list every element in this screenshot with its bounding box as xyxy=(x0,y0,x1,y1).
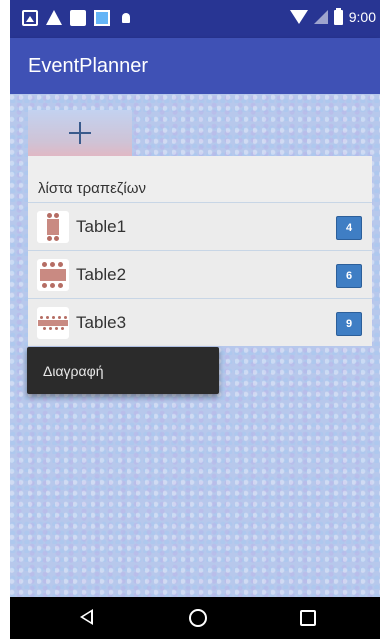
table-6-seats-icon xyxy=(37,259,69,291)
status-bar: 9:00 xyxy=(10,0,380,38)
recent-apps-icon[interactable] xyxy=(300,610,316,626)
delete-menu-item[interactable]: Διαγραφή xyxy=(27,347,219,394)
table-4-seats-icon xyxy=(37,211,69,243)
signal-icon xyxy=(313,10,328,24)
table-9-seats-icon xyxy=(37,307,69,339)
wifi-icon xyxy=(289,10,308,24)
app-frame: 9:00 EventPlanner λίστα τραπεζίων Table1… xyxy=(10,0,380,639)
list-item-table3[interactable]: Table3 9 xyxy=(28,298,372,346)
gallery-icon xyxy=(22,10,38,26)
list-header: λίστα τραπεζίων xyxy=(28,156,372,202)
list-item-table1[interactable]: Table1 4 xyxy=(28,202,372,250)
photo-icon xyxy=(94,10,110,26)
save-icon xyxy=(70,10,86,26)
seat-count-badge: 6 xyxy=(336,264,362,288)
navigation-bar xyxy=(10,597,380,639)
back-icon[interactable] xyxy=(78,607,100,629)
battery-icon xyxy=(333,7,343,25)
main-content: λίστα τραπεζίων Table1 4 Table2 6 Table3… xyxy=(10,94,380,597)
item-label: Table3 xyxy=(76,313,127,332)
seat-count-badge: 4 xyxy=(336,216,362,240)
plus-icon xyxy=(69,122,91,144)
notification-icons xyxy=(22,10,134,26)
delete-label: Διαγραφή xyxy=(43,363,104,379)
status-time: 9:00 xyxy=(348,9,376,25)
list-item-table2[interactable]: Table2 6 xyxy=(28,250,372,298)
item-label: Table1 xyxy=(76,217,127,236)
android-debug-icon xyxy=(118,10,134,26)
home-icon[interactable] xyxy=(189,609,207,627)
tables-list: λίστα τραπεζίων Table1 4 Table2 6 Table3… xyxy=(28,156,372,346)
item-label: Table2 xyxy=(76,265,127,284)
app-bar: EventPlanner xyxy=(10,38,380,94)
warning-icon xyxy=(46,10,62,25)
seat-count-badge: 9 xyxy=(336,312,362,336)
system-icons: 9:00 xyxy=(289,7,376,25)
add-table-button[interactable] xyxy=(28,110,132,156)
app-title: EventPlanner xyxy=(28,55,149,77)
